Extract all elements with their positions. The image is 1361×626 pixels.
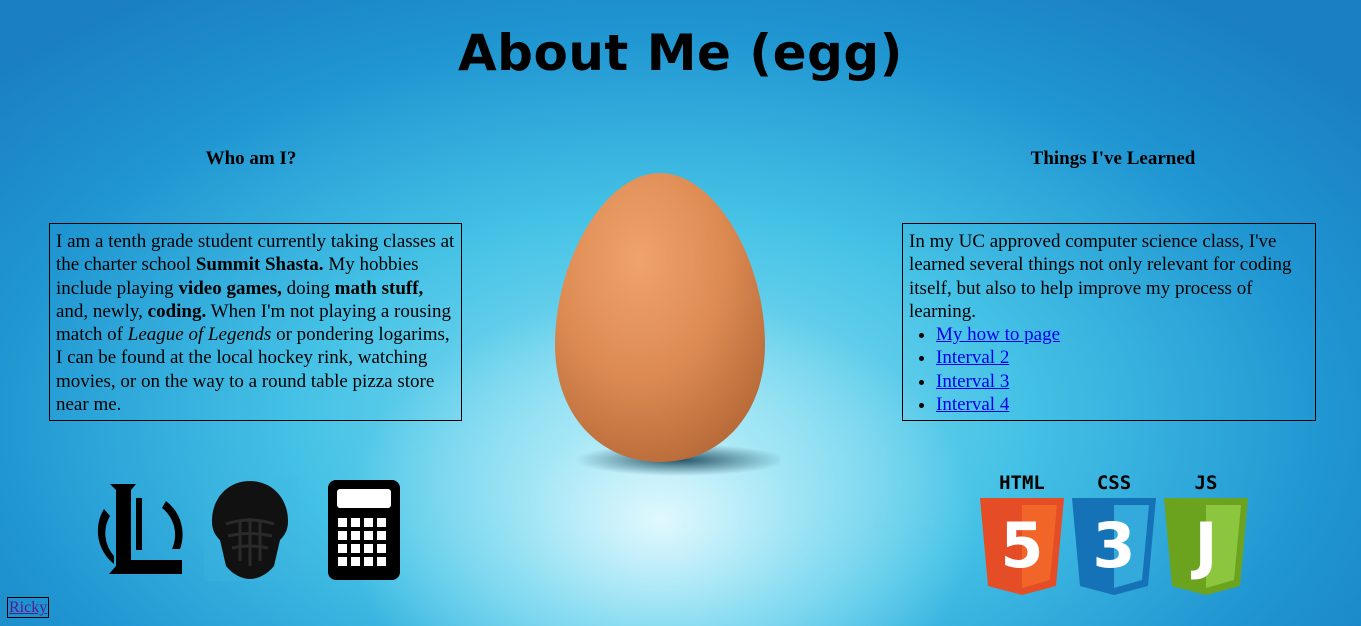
interval-4-link[interactable]: Interval 4	[936, 394, 1009, 415]
game-title: League of Legends	[127, 324, 272, 346]
hobby-coding: coding.	[147, 300, 207, 322]
about-text: doing	[281, 277, 335, 299]
css3-icon: CSS 3	[1072, 472, 1156, 595]
svg-text:3: 3	[1092, 509, 1135, 582]
things-learned-heading: Things I've Learned	[1030, 148, 1196, 169]
page-title: About Me (egg)	[457, 24, 903, 82]
about-text-box: I am a tenth grade student currently tak…	[49, 223, 462, 421]
list-item: Interval 3	[936, 370, 1309, 393]
js-icon: JS J	[1164, 472, 1248, 595]
svg-text:JS: JS	[1195, 472, 1218, 494]
svg-text:CSS: CSS	[1097, 472, 1131, 494]
interval-3-link[interactable]: Interval 3	[936, 371, 1009, 392]
list-item: Interval 4	[936, 393, 1309, 416]
hobby-icons	[96, 476, 406, 591]
hobby-video-games: video games,	[178, 277, 282, 299]
author-link[interactable]: Ricky	[7, 597, 50, 618]
hobby-math: math stuff,	[334, 277, 424, 299]
interval-links-list: My how to page Interval 2 Interval 3 Int…	[909, 323, 1309, 416]
svg-text:J: J	[1190, 509, 1217, 582]
list-item: Interval 2	[936, 346, 1309, 369]
tech-badges: HTML 5 CSS 3 JS J	[978, 470, 1258, 605]
svg-text:HTML: HTML	[999, 472, 1045, 494]
who-am-i-heading: Who am I?	[205, 148, 297, 169]
egg-image	[540, 165, 785, 485]
about-text: and, newly,	[56, 300, 148, 322]
learned-text-box: In my UC approved computer science class…	[902, 223, 1316, 421]
svg-text:5: 5	[1000, 509, 1043, 582]
interval-2-link[interactable]: Interval 2	[936, 347, 1009, 368]
league-of-legends-logo	[97, 484, 183, 574]
how-to-page-link[interactable]: My how to page	[936, 324, 1060, 345]
list-item: My how to page	[936, 323, 1309, 346]
html5-icon: HTML 5	[980, 472, 1064, 595]
school-name: Summit Shasta.	[195, 254, 324, 276]
calculator-icon	[328, 480, 400, 580]
hockey-goalie-mask-icon	[204, 476, 299, 581]
learned-intro: In my UC approved computer science class…	[909, 231, 1292, 322]
